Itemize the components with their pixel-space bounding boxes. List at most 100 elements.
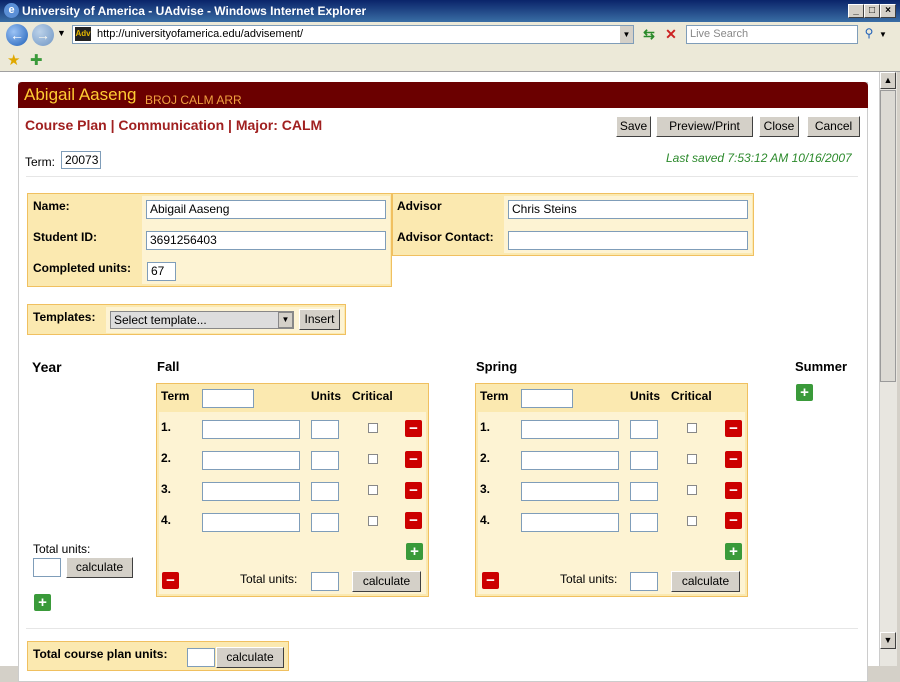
add-year-icon[interactable]: + (34, 594, 51, 611)
add-summer-icon[interactable]: + (796, 384, 813, 401)
fall-units-field[interactable] (311, 451, 339, 470)
fall-course-field[interactable] (202, 513, 300, 532)
maximize-button[interactable]: □ (864, 4, 880, 18)
fall-critical-checkbox[interactable] (368, 454, 378, 464)
spring-course-field[interactable] (521, 420, 619, 439)
fall-total-field[interactable] (311, 572, 339, 591)
divider (26, 628, 858, 629)
fall-units-field[interactable] (311, 513, 339, 532)
spring-total-field[interactable] (630, 572, 658, 591)
spring-term-field[interactable] (521, 389, 573, 408)
plan-calculate-button[interactable]: calculate (216, 647, 284, 668)
search-icon[interactable]: ⚲ (861, 26, 877, 43)
year-total-field[interactable] (33, 558, 61, 577)
spring-total-label: Total units: (560, 572, 618, 586)
spring-critical-checkbox[interactable] (687, 454, 697, 464)
remove-row-icon[interactable]: − (405, 420, 422, 437)
year-calculate-button[interactable]: calculate (66, 557, 133, 578)
save-button[interactable]: Save (616, 116, 651, 137)
ie-logo-icon: e (4, 3, 19, 18)
remove-row-icon[interactable]: − (405, 512, 422, 529)
spring-units-field[interactable] (630, 482, 658, 501)
insert-button[interactable]: Insert (299, 309, 340, 330)
fall-units-header: Units (311, 389, 341, 403)
remove-row-icon[interactable]: − (725, 482, 742, 499)
search-input[interactable]: Live Search (686, 25, 858, 44)
name-label: Name: (33, 199, 70, 213)
remove-term-icon[interactable]: − (162, 572, 179, 589)
name-field[interactable]: Abigail Aaseng (146, 200, 386, 219)
preview-print-button[interactable]: Preview/Print (656, 116, 753, 137)
spring-units-field[interactable] (630, 513, 658, 532)
spring-units-field[interactable] (630, 451, 658, 470)
remove-term-icon[interactable]: − (482, 572, 499, 589)
address-dropdown-icon[interactable]: ▼ (620, 26, 633, 43)
spring-units-header: Units (630, 389, 660, 403)
year-total-label: Total units: (33, 542, 91, 556)
remove-row-icon[interactable]: − (725, 420, 742, 437)
spring-calculate-button[interactable]: calculate (671, 571, 740, 592)
fall-course-field[interactable] (202, 451, 300, 470)
fall-term-field[interactable] (202, 389, 254, 408)
spring-units-field[interactable] (630, 420, 658, 439)
window-title: University of America - UAdvise - Window… (22, 4, 367, 18)
nav-dropdown-icon[interactable]: ▼ (57, 28, 66, 38)
fall-critical-checkbox[interactable] (368, 423, 378, 433)
refresh-icon[interactable]: ⇆ (640, 26, 658, 44)
remove-row-icon[interactable]: − (725, 512, 742, 529)
remove-row-icon[interactable]: − (725, 451, 742, 468)
plan-total-label: Total course plan units: (33, 647, 168, 661)
back-icon[interactable]: ← (6, 24, 28, 46)
page-title: Course Plan | Communication | Major: CAL… (25, 117, 323, 133)
spring-course-field[interactable] (521, 482, 619, 501)
address-input[interactable]: http://universityofamerica.edu/advisemen… (72, 25, 634, 44)
template-select[interactable]: Select template... (110, 311, 294, 329)
plan-total-field[interactable] (187, 648, 215, 667)
spring-course-field[interactable] (521, 513, 619, 532)
fall-critical-checkbox[interactable] (368, 485, 378, 495)
window-title-bar: University of America - UAdvise - Window… (0, 0, 900, 22)
scroll-up-icon[interactable]: ▲ (880, 72, 896, 89)
close-button[interactable]: Close (759, 116, 799, 137)
fall-units-field[interactable] (311, 482, 339, 501)
student-name: Abigail Aaseng (24, 85, 137, 104)
fall-row-number: 1. (161, 420, 172, 434)
fall-critical-checkbox[interactable] (368, 516, 378, 526)
fall-course-field[interactable] (202, 420, 300, 439)
fall-critical-header: Critical (352, 389, 393, 403)
add-favorite-icon[interactable]: ✚ (30, 51, 43, 69)
term-field[interactable]: 20073 (61, 151, 101, 169)
advisor-contact-field[interactable] (508, 231, 748, 250)
fall-term-header: Term (161, 389, 190, 403)
fall-calculate-button[interactable]: calculate (352, 571, 421, 592)
remove-row-icon[interactable]: − (405, 451, 422, 468)
spring-critical-checkbox[interactable] (687, 423, 697, 433)
student-id-label: Student ID: (33, 230, 97, 244)
add-row-icon[interactable]: + (406, 543, 423, 560)
forward-icon[interactable]: → (32, 24, 54, 46)
spring-course-field[interactable] (521, 451, 619, 470)
stop-icon[interactable]: ✕ (662, 26, 680, 44)
scroll-down-icon[interactable]: ▼ (880, 632, 896, 649)
student-id-field[interactable]: 3691256403 (146, 231, 386, 250)
close-window-button[interactable]: × (880, 4, 896, 18)
completed-units-field[interactable]: 67 (147, 262, 176, 281)
spring-critical-checkbox[interactable] (687, 485, 697, 495)
year-header: Year (32, 359, 62, 375)
template-dropdown-icon[interactable]: ▼ (278, 312, 293, 328)
advisor-field[interactable]: Chris Steins (508, 200, 748, 219)
search-dropdown-icon[interactable]: ▼ (879, 26, 889, 43)
favorites-star-icon[interactable]: ★ (7, 51, 20, 69)
minimize-button[interactable]: _ (848, 4, 864, 18)
fall-table-body (159, 412, 426, 594)
scrollbar-thumb[interactable] (880, 90, 896, 382)
cancel-button[interactable]: Cancel (807, 116, 860, 137)
fall-units-field[interactable] (311, 420, 339, 439)
spring-critical-checkbox[interactable] (687, 516, 697, 526)
fall-row-number: 4. (161, 513, 172, 527)
completed-units-label: Completed units: (33, 261, 131, 275)
fall-row-number: 3. (161, 482, 172, 496)
remove-row-icon[interactable]: − (405, 482, 422, 499)
add-row-icon[interactable]: + (725, 543, 742, 560)
fall-course-field[interactable] (202, 482, 300, 501)
